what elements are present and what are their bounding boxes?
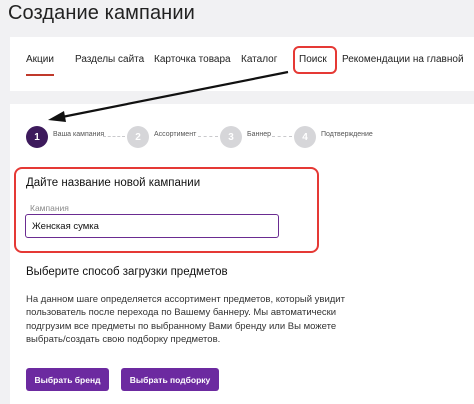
active-tab-underline — [26, 74, 54, 76]
upload-section-title: Выберите способ загрузки предметов — [26, 266, 228, 278]
tab-product-card[interactable]: Карточка товара — [154, 54, 231, 65]
step-1-circle: 1 — [26, 126, 48, 148]
choose-brand-button[interactable]: Выбрать бренд — [26, 368, 109, 391]
choose-selection-button[interactable]: Выбрать подборку — [121, 368, 219, 391]
tab-catalog[interactable]: Каталог — [241, 54, 277, 65]
name-section-title: Дайте название новой кампании — [26, 177, 201, 189]
step-4-circle: 4 — [294, 126, 316, 148]
step-connector — [198, 136, 218, 138]
step-2-circle: 2 — [127, 126, 149, 148]
upload-section-description: На данном шаге определяется ассортимент … — [26, 294, 345, 346]
step-4-label: Подтверждение — [321, 131, 373, 138]
campaign-name-input[interactable] — [25, 214, 279, 238]
page-title: Создание кампании — [8, 2, 195, 24]
search-tab-annotation-box — [293, 46, 337, 74]
main-card — [10, 104, 474, 404]
step-1-label: Ваша кампания — [53, 131, 105, 138]
step-3-label: Баннер — [247, 131, 272, 138]
tab-home-recommendations[interactable]: Рекомендации на главной — [342, 54, 464, 65]
tabs-bar: Акции Разделы сайта Карточка товара Ката… — [10, 37, 474, 91]
step-connector — [103, 136, 125, 138]
tab-promotions[interactable]: Акции — [26, 54, 54, 65]
step-2-label: Ассортимент — [154, 131, 197, 138]
step-connector — [272, 136, 292, 138]
step-3-circle: 3 — [220, 126, 242, 148]
campaign-field-label: Кампания — [30, 203, 69, 213]
tab-site-sections[interactable]: Разделы сайта — [75, 54, 144, 65]
